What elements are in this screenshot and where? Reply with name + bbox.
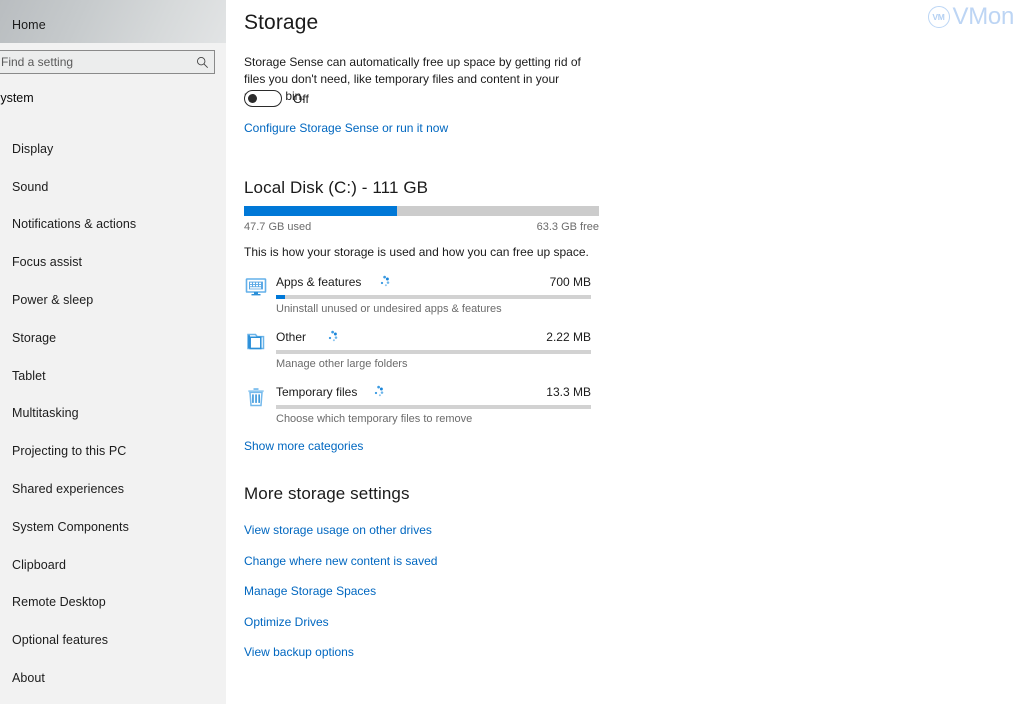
main-content: Storage Storage Sense can automatically … [226, 0, 1024, 704]
category-subtitle: Manage other large folders [276, 358, 408, 370]
sidebar-item-shared-experiences[interactable]: Shared experiences [0, 470, 226, 508]
search-box[interactable] [0, 50, 215, 74]
monitor-icon [244, 275, 268, 299]
sidebar-item-display[interactable]: Display [0, 130, 226, 168]
category-size: 700 MB [549, 275, 591, 289]
more-link-row: Manage Storage Spaces [244, 582, 604, 613]
sidebar-item-notifications-actions[interactable]: Notifications & actions [0, 206, 226, 244]
category-row-other[interactable]: Other 2.22 MB Manage other large folders [244, 325, 591, 380]
more-link-row: Optimize Drives [244, 613, 604, 644]
sidebar-item-clipboard[interactable]: Clipboard [0, 546, 226, 584]
category-usage-bar [276, 295, 591, 299]
category-usage-bar [276, 405, 591, 409]
category-subtitle: Uninstall unused or undesired apps & fea… [276, 303, 502, 315]
settings-sidebar: Home System Display Sound Notifications … [0, 0, 226, 704]
sidebar-item-projecting-to-this-pc[interactable]: Projecting to this PC [0, 432, 226, 470]
manage-storage-spaces-link[interactable]: Manage Storage Spaces [244, 584, 376, 598]
disk-usage-bar [244, 206, 599, 216]
sidebar-item-label: Projecting to this PC [12, 444, 127, 459]
sidebar-item-label: About [12, 671, 45, 686]
sidebar-group-label: System [0, 91, 34, 105]
category-row-apps-features[interactable]: Apps & features 700 MB Uninstall unused … [244, 270, 591, 325]
local-disk-title: Local Disk (C:) - 111 GB [244, 178, 429, 197]
more-link-row: View backup options [244, 643, 604, 674]
category-usage-bar [276, 350, 591, 354]
sidebar-item-remote-desktop[interactable]: Remote Desktop [0, 584, 226, 622]
disk-free-label: 63.3 GB free [536, 221, 599, 233]
sidebar-item-system-components[interactable]: System Components [0, 508, 226, 546]
storage-sense-toggle-row: Off [244, 90, 309, 107]
view-backup-options-link[interactable]: View backup options [244, 645, 354, 659]
sidebar-item-label: Power & sleep [12, 293, 94, 308]
sidebar-item-label: Multitasking [12, 406, 79, 421]
sidebar-item-focus-assist[interactable]: Focus assist [0, 243, 226, 281]
category-size: 2.22 MB [546, 330, 591, 344]
sidebar-item-label: Notifications & actions [12, 217, 137, 232]
folder-icon [244, 330, 268, 354]
search-input[interactable] [0, 51, 190, 73]
sidebar-home-label: Home [12, 18, 46, 32]
page-title: Storage [244, 11, 319, 34]
category-subtitle: Choose which temporary files to remove [276, 413, 473, 425]
sidebar-item-optional-features[interactable]: Optional features [0, 621, 226, 659]
category-row-temporary-files[interactable]: Temporary files 13.3 MB Choose which tem… [244, 380, 591, 435]
disk-usage-bar-fill [244, 206, 397, 216]
sidebar-item-power-sleep[interactable]: Power & sleep [0, 281, 226, 319]
change-where-new-content-saved-link[interactable]: Change where new content is saved [244, 554, 437, 568]
sidebar-item-label: Optional features [12, 633, 109, 648]
sidebar-nav-list: Display Sound Notifications & actions Fo… [0, 130, 226, 697]
category-usage-bar-fill [276, 295, 286, 299]
sidebar-item-label: Focus assist [12, 255, 83, 270]
sidebar-item-label: Storage [12, 330, 57, 345]
category-name: Other [276, 330, 307, 344]
sidebar-item-about[interactable]: About [0, 659, 226, 697]
sidebar-item-label: Clipboard [12, 557, 66, 572]
search-icon[interactable] [190, 51, 214, 73]
sidebar-item-label: Tablet [12, 368, 46, 383]
loading-spinner-icon [374, 274, 391, 291]
storage-sense-toggle[interactable] [244, 90, 282, 107]
sidebar-item-sound[interactable]: Sound [0, 168, 226, 206]
sidebar-item-multitasking[interactable]: Multitasking [0, 395, 226, 433]
sidebar-item-label: Shared experiences [12, 482, 125, 497]
category-size: 13.3 MB [546, 385, 591, 399]
more-storage-settings-links: View storage usage on other drives Chang… [244, 521, 604, 674]
optimize-drives-link[interactable]: Optimize Drives [244, 615, 329, 629]
loading-spinner-icon [368, 384, 385, 401]
more-storage-settings-title: More storage settings [244, 484, 410, 503]
storage-category-list: Apps & features 700 MB Uninstall unused … [244, 270, 591, 435]
show-more-categories-link[interactable]: Show more categories [244, 439, 363, 453]
sidebar-item-storage[interactable]: Storage [0, 319, 226, 357]
more-link-row: Change where new content is saved [244, 552, 604, 583]
sidebar-item-label: Display [12, 141, 54, 156]
storage-usage-description: This is how your storage is used and how… [244, 245, 589, 259]
storage-sense-toggle-state: Off [293, 91, 309, 106]
sidebar-item-label: Sound [12, 179, 49, 194]
toggle-knob [248, 94, 257, 103]
sidebar-item-label: Remote Desktop [12, 595, 106, 610]
view-storage-usage-other-drives-link[interactable]: View storage usage on other drives [244, 523, 432, 537]
sidebar-item-tablet[interactable]: Tablet [0, 357, 226, 395]
trash-icon [244, 385, 268, 409]
sidebar-home-button[interactable]: Home [0, 14, 46, 36]
category-name: Apps & features [276, 275, 362, 289]
category-name: Temporary files [276, 385, 358, 399]
loading-spinner-icon [322, 329, 339, 346]
more-link-row: View storage usage on other drives [244, 521, 604, 552]
sidebar-item-label: System Components [12, 519, 129, 534]
configure-storage-sense-link[interactable]: Configure Storage Sense or run it now [244, 121, 448, 135]
